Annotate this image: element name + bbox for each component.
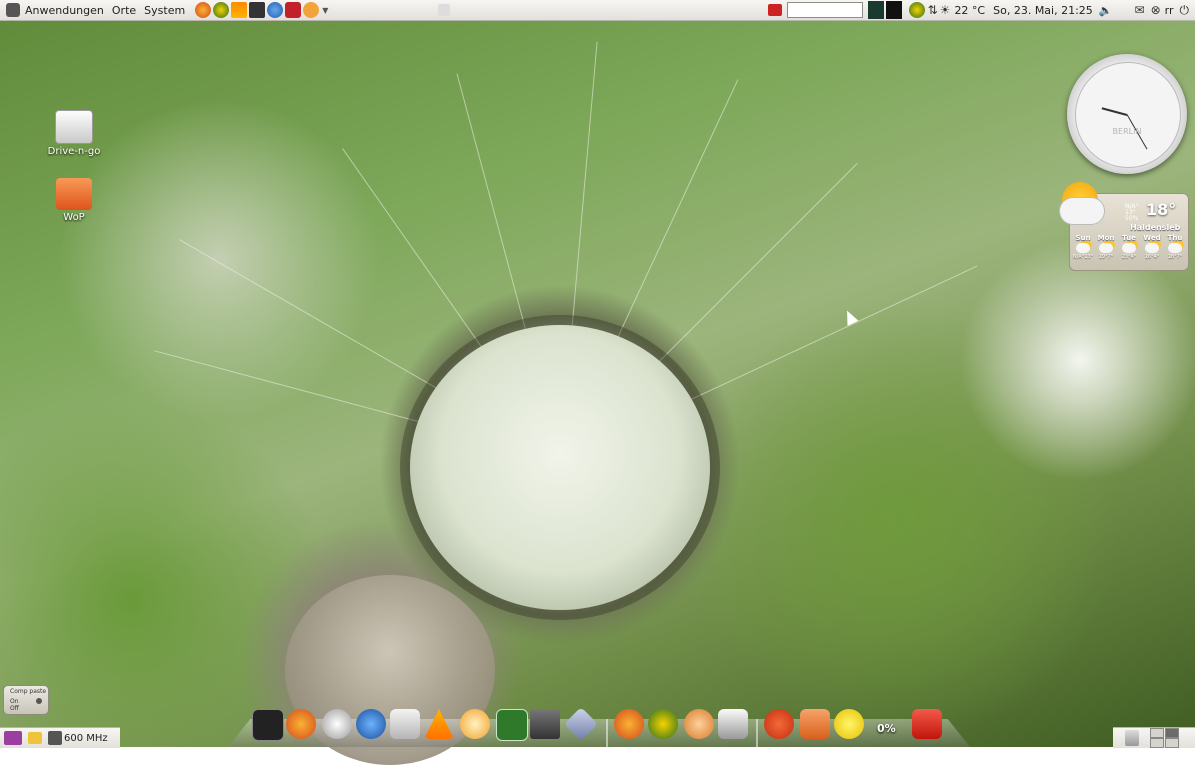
network-updown-icon[interactable]: ⇅ — [926, 3, 940, 17]
mail-icon[interactable]: ✉ — [1129, 3, 1151, 17]
panel-username[interactable]: rr — [1161, 4, 1178, 17]
ubuntu-icon[interactable] — [764, 709, 794, 739]
tools-icon[interactable] — [530, 709, 560, 739]
firefox-icon[interactable] — [614, 709, 644, 739]
menu-system[interactable]: System — [140, 4, 189, 17]
top-panel: Anwendungen Orte System ▼ ⇅ ☀ 22 °C So, … — [0, 0, 1195, 21]
workspace-2[interactable] — [1165, 728, 1179, 738]
hand-icon[interactable] — [684, 709, 714, 739]
user-status-icon[interactable]: ⊗ — [1151, 3, 1161, 17]
weather-forecast: SunN/A°13° Mon19°7° Tue23°4° Wed16°4° Th… — [1072, 234, 1186, 260]
show-desktop-icon[interactable] — [4, 731, 22, 745]
toggle-switch[interactable] — [36, 698, 42, 704]
cloud-icon — [1060, 198, 1104, 224]
desktop-wallpaper — [0, 0, 1195, 747]
power-icon[interactable]: ⏻ — [1178, 3, 1195, 18]
downloads-icon[interactable] — [800, 709, 830, 739]
globe-icon[interactable] — [909, 2, 925, 18]
cloud-icon — [1099, 243, 1113, 253]
forecast-day: Mon19°7° — [1095, 234, 1117, 260]
forecast-day: SunN/A°13° — [1072, 234, 1094, 260]
dock-separator — [606, 719, 608, 747]
trash-icon[interactable] — [1125, 730, 1139, 746]
desktop-icon-label: Drive-n-go — [48, 146, 101, 157]
forecast-day: Thu18°7° — [1164, 234, 1186, 260]
burner-icon[interactable] — [460, 709, 490, 739]
weather-temperature: 18° — [1146, 200, 1176, 219]
clock-city: BERLIN — [1067, 127, 1187, 136]
graph-icon-2[interactable] — [886, 1, 902, 19]
firefox-icon[interactable] — [286, 709, 316, 739]
vlc-icon[interactable] — [231, 2, 247, 18]
desktop-icon-label: WoP — [63, 212, 84, 223]
thunderbird-icon[interactable] — [356, 709, 386, 739]
forecast-day: Tue23°4° — [1118, 234, 1140, 260]
clock-widget[interactable]: BERLIN — [1067, 54, 1187, 174]
desktop-icon-wop[interactable]: WoP — [44, 178, 104, 223]
help-icon[interactable] — [267, 2, 283, 18]
volume-icon[interactable]: 🔈 — [1097, 4, 1129, 17]
ubuntu-logo-icon[interactable] — [6, 3, 20, 17]
network-icon[interactable] — [648, 709, 678, 739]
menu-applications[interactable]: Anwendungen — [21, 4, 108, 17]
chevron-down-icon[interactable]: ▼ — [322, 6, 328, 15]
cpufreq-icon[interactable] — [48, 731, 62, 745]
folder-icon — [56, 178, 92, 210]
info-icon[interactable] — [322, 709, 352, 739]
usb-drive-icon — [55, 110, 93, 144]
workspace-switcher[interactable] — [1149, 728, 1179, 748]
compiz-off-label: Off — [10, 705, 19, 712]
notification-icon[interactable] — [834, 709, 864, 739]
dock-separator — [756, 719, 758, 747]
power-icon[interactable] — [912, 709, 942, 739]
desktop-icon-drive[interactable]: Drive-n-go — [44, 110, 104, 157]
folder-icon[interactable] — [28, 732, 42, 744]
cloud-rain-icon — [1076, 243, 1090, 253]
workspace-1[interactable] — [1150, 728, 1164, 738]
cpu-load-label: 0% — [877, 722, 896, 735]
lamp-icon[interactable] — [438, 4, 450, 16]
screen-icon[interactable] — [718, 709, 748, 739]
compiz-widget-title: Comp paste — [10, 688, 46, 695]
cpu-frequency[interactable]: 600 MHz — [64, 733, 108, 744]
synaptic-icon[interactable] — [303, 2, 319, 18]
calculator-icon[interactable] — [496, 709, 528, 741]
compiz-toggle-widget[interactable]: Comp paste On Off — [3, 685, 49, 715]
partly-sunny-icon — [1168, 243, 1182, 253]
screenshot-icon[interactable] — [285, 2, 301, 18]
partly-sunny-icon — [1122, 243, 1136, 253]
printer-icon[interactable] — [390, 709, 420, 739]
weather-location: Haldensleb — [1130, 223, 1180, 232]
forecast-day: Wed16°4° — [1141, 234, 1163, 260]
weather-widget[interactable]: N/A° 13° 50% 18° Haldensleb SunN/A°13° M… — [1069, 193, 1189, 271]
panel-temperature[interactable]: 22 °C — [950, 4, 989, 17]
dock: 0% — [228, 705, 970, 747]
bottom-panel-right — [1113, 727, 1195, 748]
compiz-on-label: On — [10, 698, 19, 705]
system-monitor-icon[interactable] — [249, 2, 265, 18]
bottom-panel-left: 600 MHz — [0, 727, 120, 748]
weather-sun-icon: ☀ — [940, 3, 951, 17]
tray-alert-icon[interactable] — [768, 4, 782, 16]
panel-search-input[interactable] — [787, 2, 863, 18]
partly-sunny-icon — [1145, 243, 1159, 253]
menu-places[interactable]: Orte — [108, 4, 140, 17]
globe-icon[interactable] — [213, 2, 229, 18]
graph-icon[interactable] — [868, 1, 884, 19]
firefox-icon[interactable] — [195, 2, 211, 18]
panel-clock[interactable]: So, 23. Mai, 21:25 — [989, 4, 1097, 17]
weather-details: N/A° 13° 50% — [1125, 204, 1139, 222]
terminal-icon[interactable] — [252, 709, 284, 741]
